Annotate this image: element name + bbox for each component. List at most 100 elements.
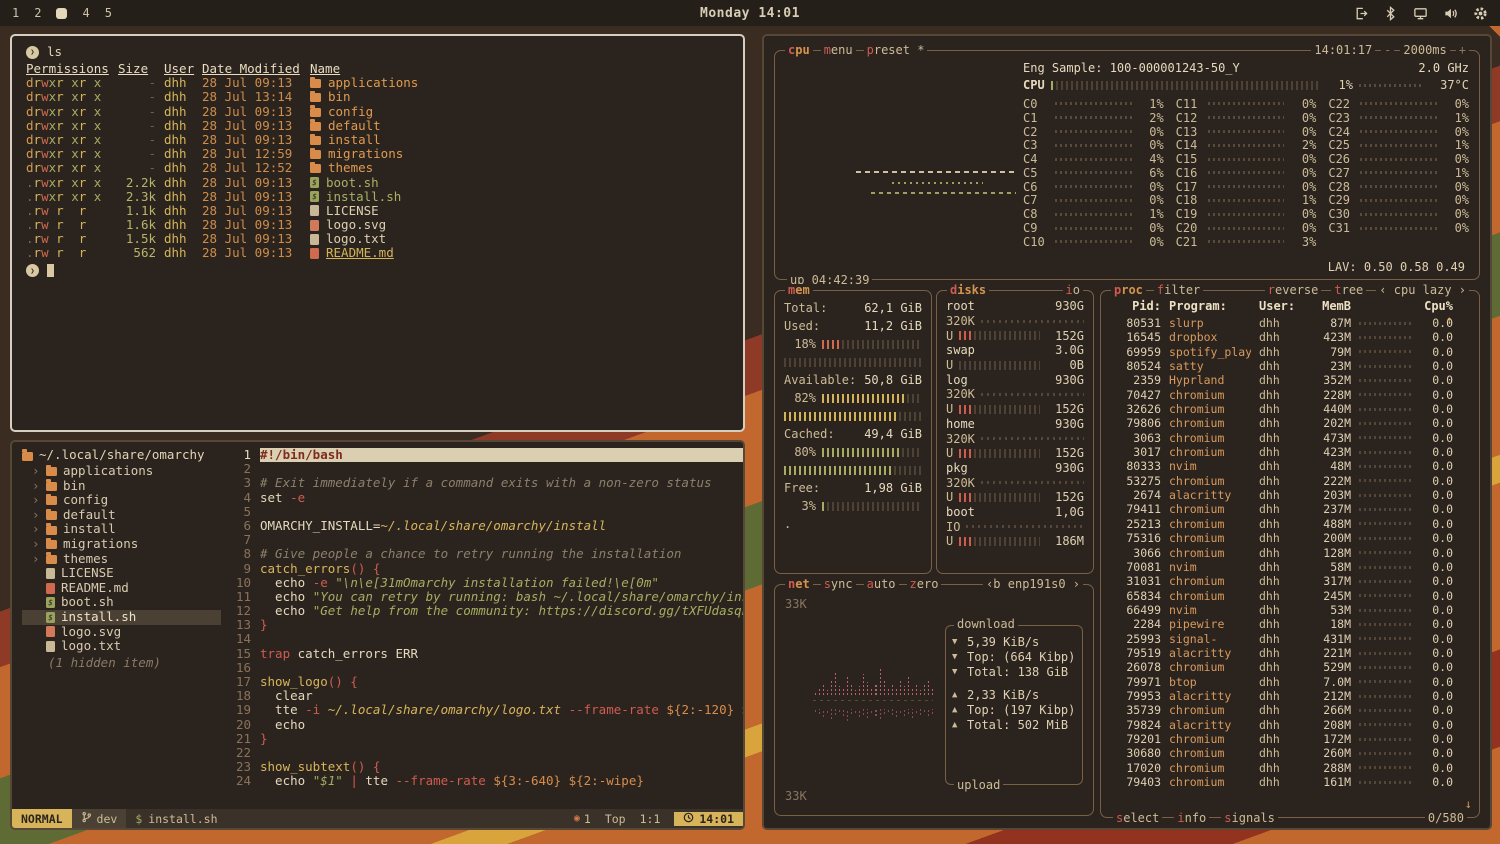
tree-item-config[interactable]: ›config (22, 493, 221, 508)
process-row[interactable]: 2284pipewiredhh18M0.0 (1111, 617, 1453, 631)
net-interface[interactable]: ‹b enp191s0 › (983, 578, 1083, 591)
editor[interactable]: 1#!/bin/bash23# Exit immediately if a co… (227, 442, 743, 809)
tree-item-migrations[interactable]: ›migrations (22, 537, 221, 552)
process-row[interactable]: 80333nvimdhh48M0.0 (1111, 459, 1453, 473)
bluetooth-icon[interactable] (1383, 6, 1398, 21)
process-row[interactable]: 35739chromiumdhh266M0.0 (1111, 703, 1453, 717)
tree-item-boot.sh[interactable]: boot.sh (22, 595, 221, 610)
settings-icon[interactable] (1473, 6, 1488, 21)
workspace-button[interactable]: 2 (34, 6, 41, 20)
menu-button[interactable]: menu (821, 44, 856, 57)
process-row[interactable]: 70081nvimdhh58M0.0 (1111, 560, 1453, 574)
tree-item-logo.txt[interactable]: logo.txt (22, 639, 221, 654)
proc-option[interactable]: ‹ cpu lazy › (1376, 284, 1469, 297)
net-mode-zero[interactable]: zero (907, 578, 942, 591)
process-row[interactable]: 26078chromiumdhh529M0.0 (1111, 660, 1453, 674)
io-mode-button[interactable]: io (1063, 284, 1083, 297)
volume-icon[interactable] (1443, 6, 1458, 21)
core-row: C251% (1328, 138, 1469, 152)
logout-icon[interactable] (1353, 6, 1368, 21)
workspace-button[interactable]: 4 (82, 6, 89, 20)
cursor-position: 1:1 (640, 812, 661, 826)
process-row[interactable]: 17020chromiumdhh288M0.0 (1111, 761, 1453, 775)
ls-row: drwxr xr x-dhh28 Jul 09:13applications (26, 76, 733, 90)
readme-icon (310, 248, 319, 259)
tree-item-logo.svg[interactable]: logo.svg (22, 625, 221, 640)
tree-item-install[interactable]: ›install (22, 522, 221, 537)
net-box-title[interactable]: net (785, 578, 813, 591)
core-row: C231% (1328, 111, 1469, 125)
proc-option-filter[interactable]: filter (1154, 284, 1203, 297)
process-row[interactable]: 2674alacrittydhh203M0.0 (1111, 488, 1453, 502)
process-row[interactable]: 69959spotify_playerdhh79M0.0 (1111, 345, 1453, 359)
file-tree: ~/.local/share/omarchy ›applications›bin… (12, 442, 227, 809)
process-row[interactable]: 30680chromiumdhh260M0.0 (1111, 746, 1453, 760)
file-tree-root[interactable]: ~/.local/share/omarchy (22, 448, 221, 463)
interval-minus-button[interactable]: - (1381, 44, 1394, 57)
tree-item-themes[interactable]: ›themes (22, 552, 221, 567)
process-row[interactable]: 3063chromiumdhh473M0.0 (1111, 431, 1453, 445)
net-mode-auto[interactable]: auto (864, 578, 899, 591)
shell-icon (310, 191, 319, 202)
workspace-button[interactable]: 5 (105, 6, 112, 20)
tree-item-README.md[interactable]: README.md (22, 581, 221, 596)
proc-option[interactable]: tree (1331, 284, 1366, 297)
tree-item-default[interactable]: ›default (22, 508, 221, 523)
process-row[interactable]: 3017chromiumdhh423M0.0 (1111, 445, 1453, 459)
process-row[interactable]: 53275chromiumdhh222M0.0 (1111, 474, 1453, 488)
prompt-icon: ❯ (26, 264, 39, 277)
core-row: C60% (1023, 180, 1164, 194)
disks-box-title[interactable]: disks (947, 284, 989, 297)
statusline: NORMAL dev $ install.sh ◉ 1 Top 1:1 14:0… (12, 809, 743, 828)
tree-item-install.sh[interactable]: install.sh (22, 610, 221, 625)
core-row: C12% (1023, 111, 1164, 125)
scroll-down-arrow[interactable]: ↓ (1465, 797, 1472, 811)
process-row[interactable]: 70427chromiumdhh228M0.0 (1111, 388, 1453, 402)
diagnostics: ◉ 1 (574, 812, 591, 826)
process-row[interactable]: 79824alacrittydhh208M0.0 (1111, 718, 1453, 732)
process-row[interactable]: 79411chromiumdhh237M0.0 (1111, 502, 1453, 516)
interval-plus-button[interactable]: + (1456, 44, 1469, 57)
upload-label: upload (954, 779, 1003, 792)
proc-footer-info[interactable]: info (1174, 812, 1209, 825)
process-row[interactable]: 79953alacrittydhh212M0.0 (1111, 689, 1453, 703)
process-row[interactable]: 79519alacrittydhh221M0.0 (1111, 646, 1453, 660)
network-icon[interactable] (1413, 6, 1428, 21)
process-row[interactable]: 79806chromiumdhh202M0.0 (1111, 416, 1453, 430)
workspace-active[interactable] (56, 8, 67, 19)
terminal-cursor[interactable] (47, 264, 54, 277)
net-mode-sync[interactable]: sync (821, 578, 856, 591)
process-row[interactable]: 2359Hyprlanddhh352M0.0 (1111, 373, 1453, 387)
process-row[interactable]: 3066chromiumdhh128M0.0 (1111, 546, 1453, 560)
proc-box-title[interactable]: proc (1111, 284, 1146, 297)
process-row[interactable]: 65834chromiumdhh245M0.0 (1111, 589, 1453, 603)
tree-item-LICENSE[interactable]: LICENSE (22, 566, 221, 581)
core-row: C290% (1328, 194, 1469, 208)
proc-footer-select[interactable]: select (1113, 812, 1162, 825)
preset-button[interactable]: preset * (864, 44, 928, 57)
process-row[interactable]: 80531slurpdhh87M0.0 (1111, 316, 1453, 330)
terminal-body[interactable]: ❯ ls PermissionsSizeUserDate ModifiedNam… (12, 36, 743, 279)
process-row[interactable]: 31031chromiumdhh317M0.0 (1111, 574, 1453, 588)
workspace-button[interactable]: 1 (12, 6, 19, 20)
ls-header: PermissionsSizeUserDate ModifiedName (26, 62, 733, 76)
process-row[interactable]: 66499nvimdhh53M0.0 (1111, 603, 1453, 617)
process-row[interactable]: 25213chromiumdhh488M0.0 (1111, 517, 1453, 531)
folder-icon (310, 136, 321, 145)
process-row[interactable]: 79403chromiumdhh161M0.0 (1111, 775, 1453, 789)
process-row[interactable]: 25993signal-desktopdhh431M0.0 (1111, 632, 1453, 646)
process-row[interactable]: 79201chromiumdhh172M0.0 (1111, 732, 1453, 746)
mem-box-title[interactable]: mem (785, 284, 813, 297)
cpu-box-title[interactable]: cpu (785, 44, 813, 57)
process-row[interactable]: 75316chromiumdhh200M0.0 (1111, 531, 1453, 545)
ls-column-header: Date Modified (202, 62, 302, 76)
process-row[interactable]: 32626chromiumdhh440M0.0 (1111, 402, 1453, 416)
process-row[interactable]: 16545dropboxdhh423M0.0 (1111, 330, 1453, 344)
proc-footer-signals[interactable]: signals (1221, 812, 1278, 825)
git-branch[interactable]: dev (72, 809, 127, 828)
tree-item-bin[interactable]: ›bin (22, 479, 221, 494)
proc-option[interactable]: reverse (1265, 284, 1322, 297)
process-row[interactable]: 79971btopdhh7.0M0.0 (1111, 675, 1453, 689)
tree-item-applications[interactable]: ›applications (22, 464, 221, 479)
process-row[interactable]: 80524sattydhh23M0.0 (1111, 359, 1453, 373)
